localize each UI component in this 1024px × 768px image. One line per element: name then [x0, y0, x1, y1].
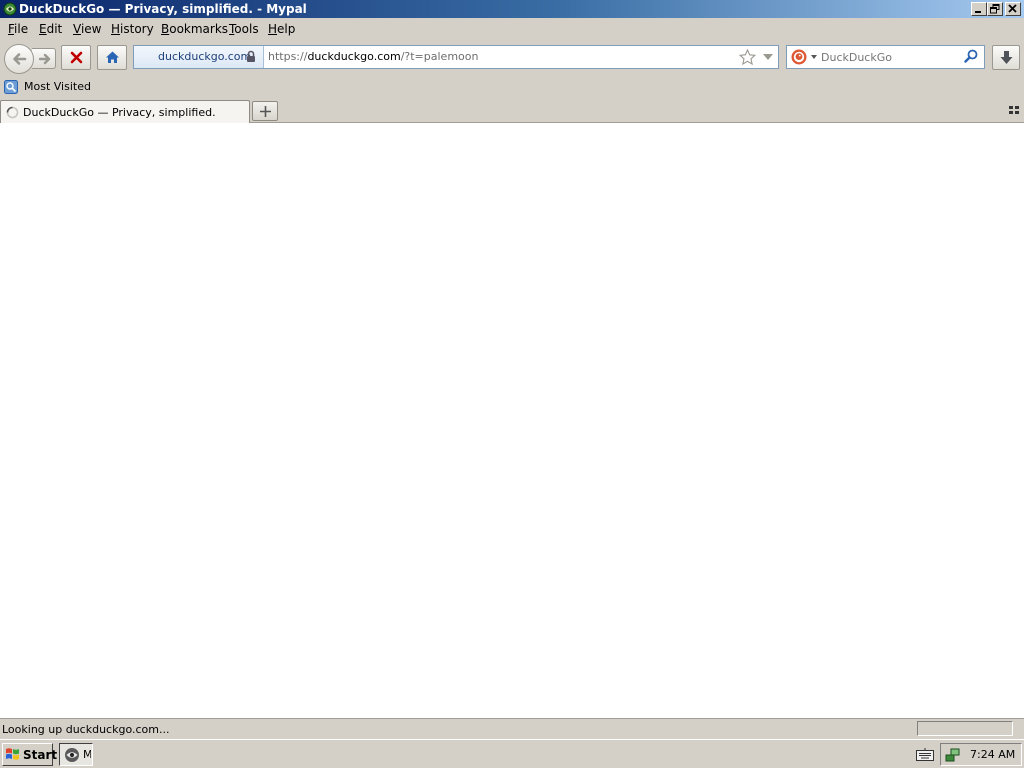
menu-bar: File Edit View History Bookmarks Tools H… [0, 18, 1024, 40]
plus-icon [260, 106, 271, 117]
url-text[interactable]: https://duckduckgo.com/?t=palemoon [268, 50, 478, 63]
menu-help[interactable]: Help [268, 22, 295, 36]
stop-icon [70, 51, 83, 64]
bookmarks-toolbar: Most Visited [0, 76, 1024, 98]
status-text: Looking up duckduckgo.com... [2, 723, 170, 736]
restore-icon [990, 4, 1000, 14]
site-identity-button[interactable]: duckduckgo.com [134, 46, 264, 68]
search-input[interactable] [821, 49, 961, 65]
home-button[interactable] [97, 45, 127, 70]
search-bar[interactable] [786, 45, 985, 69]
menu-edit[interactable]: Edit [39, 22, 62, 36]
page-content-area[interactable] [0, 123, 1024, 718]
window-title: DuckDuckGo — Privacy, simplified. - Mypa… [19, 2, 307, 16]
minimize-icon [975, 11, 981, 13]
star-icon[interactable] [739, 49, 756, 65]
list-all-tabs-icon[interactable] [1009, 106, 1019, 114]
close-button[interactable] [1005, 2, 1021, 16]
back-forward-group [4, 44, 56, 74]
mypal-app-icon [3, 2, 17, 16]
search-icon[interactable] [964, 49, 978, 64]
system-tray: 7:24 AM [940, 743, 1022, 766]
new-tab-button[interactable] [252, 101, 278, 121]
identity-label: duckduckgo.com [158, 50, 252, 63]
chevron-down-icon[interactable] [811, 55, 817, 59]
network-icon[interactable] [945, 747, 961, 763]
restore-button[interactable] [987, 2, 1003, 16]
back-icon [13, 53, 27, 65]
clock[interactable]: 7:24 AM [970, 748, 1015, 761]
keyboard-icon[interactable] [916, 747, 934, 761]
home-icon [106, 51, 119, 63]
bookmark-label: Most Visited [24, 80, 91, 93]
forward-button[interactable] [32, 48, 56, 69]
title-bar[interactable]: DuckDuckGo — Privacy, simplified. - Mypa… [0, 0, 1024, 18]
downloads-button[interactable] [992, 45, 1020, 70]
loading-spinner-icon [6, 106, 19, 119]
menu-history[interactable]: History [111, 22, 154, 36]
url-dropdown-icon[interactable] [763, 54, 773, 60]
menu-view[interactable]: View [73, 22, 101, 36]
tab-duckduckgo[interactable]: DuckDuckGo — Privacy, simplified. [0, 100, 250, 123]
back-button[interactable] [4, 44, 34, 74]
lock-icon [247, 50, 255, 62]
most-visited-icon [4, 80, 18, 94]
windows-logo-icon [6, 748, 19, 760]
start-button[interactable]: Start [2, 743, 57, 766]
duckduckgo-engine-icon[interactable] [791, 49, 807, 65]
start-label: Start [23, 748, 58, 762]
mypal-taskbar-icon [65, 748, 79, 762]
url-bar[interactable]: duckduckgo.com https://duckduckgo.com/?t… [133, 45, 779, 69]
download-icon [1000, 51, 1013, 64]
close-icon [1008, 4, 1017, 13]
navigation-toolbar: duckduckgo.com https://duckduckgo.com/?t… [0, 40, 1024, 76]
menu-file[interactable]: File [8, 22, 28, 36]
status-bar: Looking up duckduckgo.com... [0, 718, 1024, 739]
menu-bookmarks[interactable]: Bookmarks [161, 22, 228, 36]
taskbar-window-label: M [83, 748, 91, 761]
tab-label: DuckDuckGo — Privacy, simplified. [23, 106, 216, 119]
taskbar: Start M 7:24 AM [0, 739, 1024, 768]
minimize-button[interactable] [971, 2, 987, 16]
progress-meter [917, 721, 1013, 736]
tab-strip: DuckDuckGo — Privacy, simplified. [0, 98, 1024, 123]
menu-tools[interactable]: Tools [229, 22, 259, 36]
forward-icon [39, 53, 51, 65]
stop-button[interactable] [61, 45, 91, 70]
taskbar-window-button[interactable]: M [59, 743, 93, 766]
